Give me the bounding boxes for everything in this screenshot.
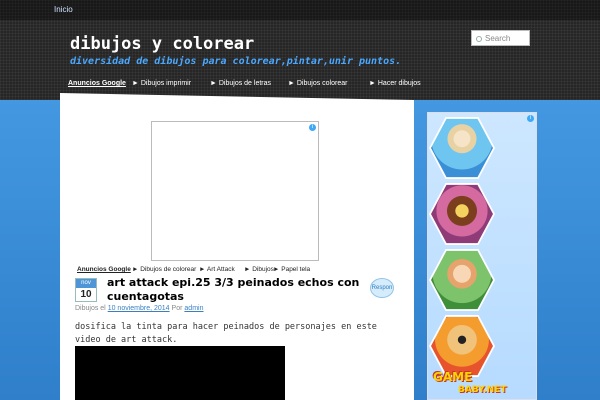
content-slant xyxy=(60,93,414,100)
post-date-badge: nov 10 xyxy=(75,278,97,302)
comments-bubble[interactable]: Respon xyxy=(370,278,394,298)
gamebaby-logo: GAME xyxy=(433,370,473,384)
meta-date-link[interactable]: 10 noviembre, 2014 xyxy=(108,305,170,312)
game-thumb-baby[interactable] xyxy=(431,250,493,310)
ad-info-icon[interactable]: i xyxy=(309,124,316,131)
search-input[interactable]: Search xyxy=(471,30,530,46)
date-month: nov xyxy=(76,279,96,288)
site-title[interactable]: dibujos y colorear xyxy=(70,34,254,54)
link-ad-papel-tela[interactable]: ► Papel tela xyxy=(273,266,310,273)
meta-by: Por xyxy=(171,305,183,312)
nav-ad-links: Anuncios Google ► Dibujos imprimir ► Dib… xyxy=(0,80,600,92)
video-player[interactable] xyxy=(75,346,285,400)
link-ads-label[interactable]: Anuncios Google xyxy=(77,266,131,273)
sidebar-ad-info-icon[interactable]: i xyxy=(527,115,534,122)
meta-category: Dibujos el xyxy=(75,305,106,312)
gamebaby-logo-sub: BABY.NET xyxy=(458,385,507,395)
link-ad-dibujos-colorear[interactable]: ► Dibujos de colorear xyxy=(132,266,196,273)
nav-link-dibujos-imprimir[interactable]: ► Dibujos imprimir xyxy=(132,80,191,87)
link-ad-art-attack[interactable]: ► Art Attack xyxy=(199,266,235,273)
top-bar: Inicio xyxy=(0,0,600,20)
home-link[interactable]: Inicio xyxy=(54,5,73,14)
post-title[interactable]: art attack epi.25 3/3 peinados echos con… xyxy=(107,276,362,304)
search-icon xyxy=(476,36,482,42)
search-placeholder: Search xyxy=(485,34,511,43)
post-body: dosifica la tinta para hacer peinados de… xyxy=(75,322,377,345)
nav-link-dibujos-letras[interactable]: ► Dibujos de letras xyxy=(210,80,271,87)
nav-link-dibujos-colorear[interactable]: ► Dibujos colorear xyxy=(288,80,347,87)
site-tagline: diversidad de dibujos para colorear,pint… xyxy=(70,56,402,67)
nav-link-hacer-dibujos[interactable]: ► Hacer dibujos xyxy=(369,80,421,87)
comments-bubble-text: Respon xyxy=(371,285,393,291)
date-day: 10 xyxy=(80,289,92,300)
game-thumb-princess[interactable] xyxy=(431,118,493,178)
game-thumb-dog[interactable] xyxy=(431,316,493,376)
link-ads: Anuncios Google ► Dibujos de colorear ► … xyxy=(75,266,405,276)
link-ad-dibujos[interactable]: ► Dibujos xyxy=(244,266,274,273)
nav-ads-label[interactable]: Anuncios Google xyxy=(68,80,126,87)
site-header: Inicio dibujos y colorear diversidad de … xyxy=(0,0,600,100)
post-meta: Dibujos el 10 noviembre, 2014 Por admin xyxy=(75,305,203,312)
game-thumb-cupcake[interactable] xyxy=(431,184,493,244)
sidebar-ad[interactable]: i GAME BABY.NET xyxy=(427,112,537,400)
ad-banner[interactable]: i xyxy=(151,121,319,261)
meta-author-link[interactable]: admin xyxy=(184,305,203,312)
